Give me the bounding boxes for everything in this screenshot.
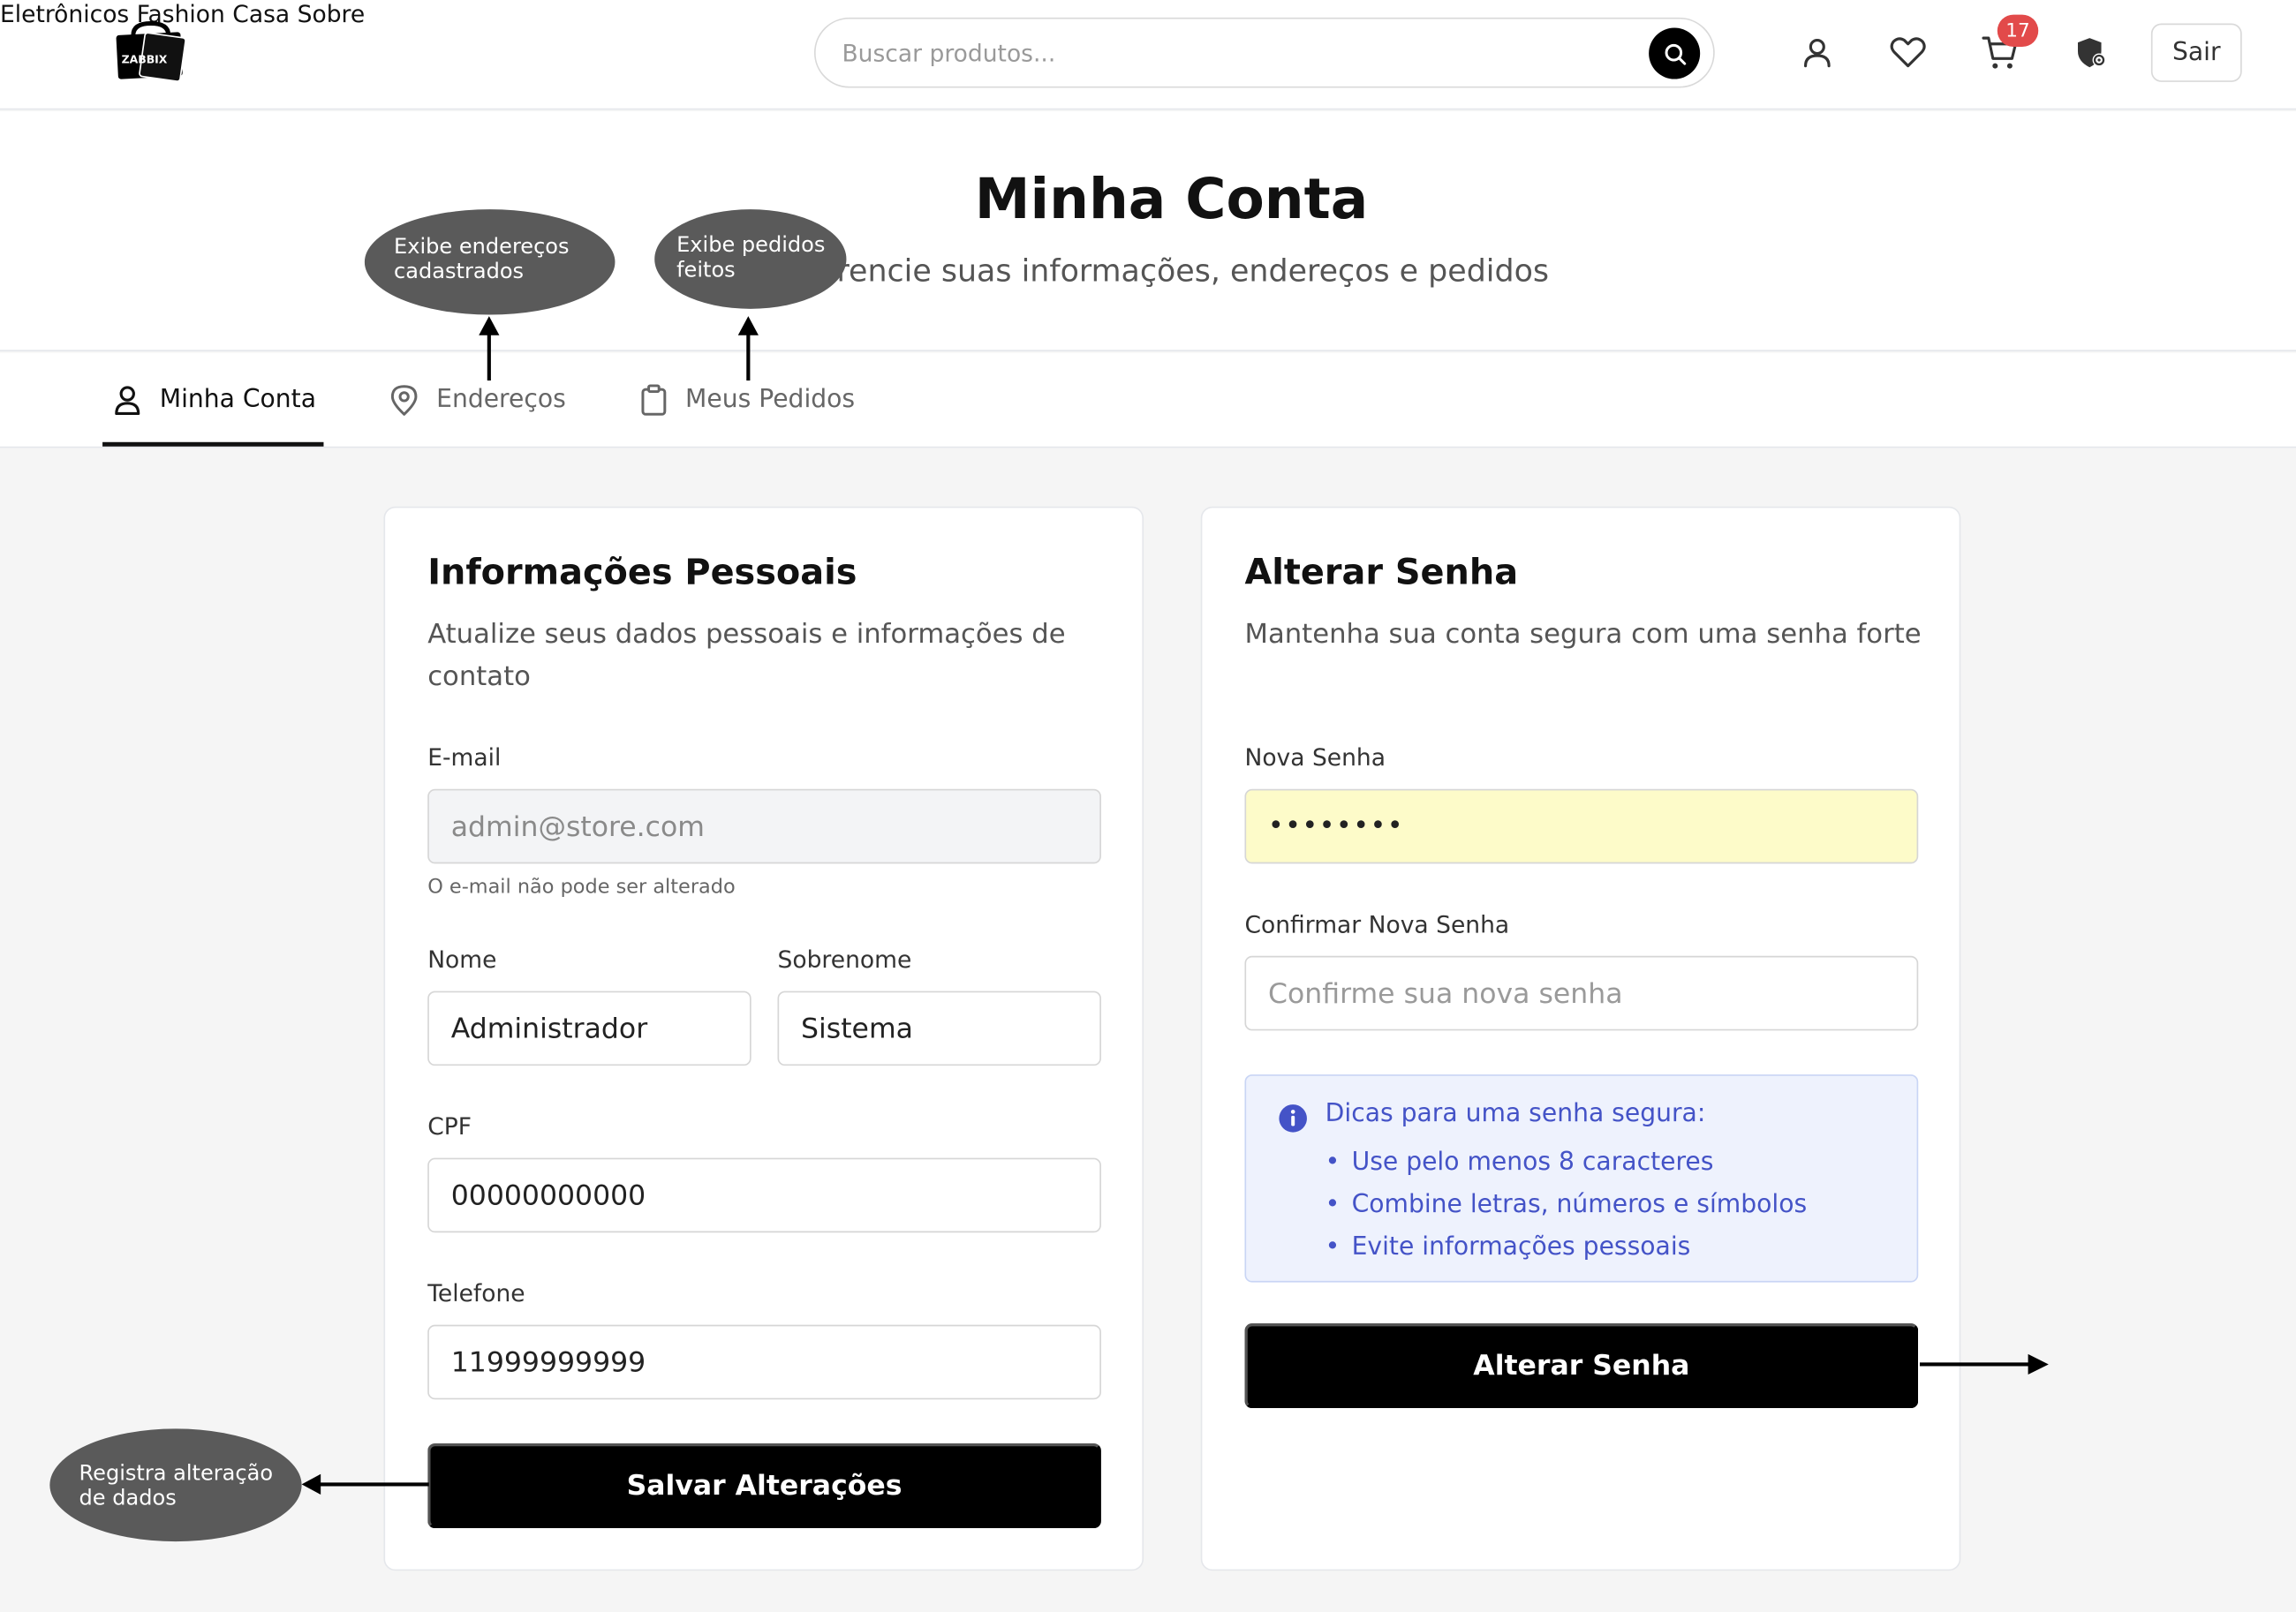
clipboard-icon (641, 384, 667, 416)
email-hint: O e-mail não pode ser alterado (427, 875, 736, 900)
heart-icon (1890, 37, 1926, 68)
nav-item-sobre[interactable]: Sobre (298, 0, 366, 28)
search-button[interactable] (1649, 27, 1701, 79)
tips-list: Use pelo menos 8 caracteres Combine letr… (1325, 1141, 1808, 1269)
tab-minha-conta[interactable]: Minha Conta (113, 353, 316, 447)
first-name-field[interactable]: Administrador (427, 991, 751, 1066)
top-navbar: ZABBIX Eletrônicos Fashion Casa Sobre Bu… (0, 0, 2296, 110)
nav-item-eletronicos[interactable]: Eletrônicos (0, 0, 129, 28)
annotation-text: Exibe endereços cadastrados (394, 235, 570, 284)
user-icon (115, 386, 140, 416)
personal-info-description: Atualize seus dados pessoais e informaçõ… (427, 619, 1066, 693)
list-item: Evite informações pessoais (1325, 1227, 1807, 1269)
list-item: Use pelo menos 8 caracteres (1325, 1141, 1807, 1184)
annotation-text: Registra alteração de dados (79, 1462, 274, 1511)
tab-label: Endereços (436, 385, 566, 415)
cpf-field[interactable]: 00000000000 (427, 1157, 1101, 1233)
active-tab-indicator (102, 441, 324, 447)
info-icon (1279, 1104, 1307, 1133)
annotation-save: Registra alteração de dados (49, 1428, 302, 1542)
tips-title: Dicas para uma senha segura: (1325, 1099, 1706, 1129)
arrow-right-icon (1919, 1353, 2049, 1375)
nav-item-casa[interactable]: Casa (232, 0, 290, 28)
personal-info-card: Informações Pessoais Atualize seus dados… (383, 506, 1144, 1571)
logo-text: ZABBIX (122, 52, 168, 65)
confirm-password-label: Confirmar Nova Senha (1244, 910, 1510, 938)
logout-button[interactable]: Sair (2150, 23, 2242, 82)
phone-field[interactable]: 11999999999 (427, 1324, 1101, 1400)
search-input[interactable] (842, 19, 1633, 87)
save-changes-button[interactable]: Salvar Alterações (427, 1443, 1101, 1529)
last-name-field[interactable]: Sistema (777, 991, 1101, 1066)
user-icon (1803, 39, 1831, 68)
personal-info-title: Informações Pessoais (427, 552, 857, 593)
page-header: Minha Conta Gerencie suas informações, e… (0, 111, 2296, 351)
wishlist-button[interactable] (1887, 32, 1928, 72)
password-tips-box: Dicas para uma senha segura: Use pelo me… (1244, 1074, 1919, 1283)
change-password-title: Alterar Senha (1244, 552, 1519, 593)
annotation-orders: Exibe pedidos feitos (654, 209, 847, 309)
change-password-card: Alterar Senha Mantenha sua conta segura … (1200, 506, 1961, 1571)
annotation-text: Exibe pedidos feitos (676, 234, 826, 283)
annotation-addresses: Exibe endereços cadastrados (364, 209, 616, 315)
tab-label: Meus Pedidos (685, 385, 856, 415)
arrow-up-icon (737, 316, 759, 381)
arrow-up-icon (479, 316, 500, 381)
page-subtitle: Gerencie suas informações, endereços e p… (794, 252, 1550, 289)
account-tabs: Minha Conta Endereços Meus Pedidos (0, 352, 2296, 448)
email-field: admin@store.com (427, 788, 1101, 864)
last-name-label: Sobrenome (777, 945, 912, 974)
tab-label: Minha Conta (159, 385, 316, 415)
map-pin-icon (390, 385, 418, 416)
phone-label: Telefone (427, 1279, 525, 1307)
new-password-field[interactable]: •••••••• (1244, 788, 1919, 864)
new-password-label: Nova Senha (1244, 743, 1386, 772)
email-label: E-mail (427, 743, 502, 772)
change-password-button[interactable]: Alterar Senha (1244, 1323, 1919, 1409)
shield-settings-icon (2077, 38, 2106, 68)
page-title: Minha Conta (974, 167, 1369, 231)
store-logo[interactable]: ZABBIX (113, 20, 189, 82)
cart-count-badge: 17 (1997, 14, 2039, 48)
first-name-label: Nome (427, 945, 497, 974)
list-item: Combine letras, números e símbolos (1325, 1184, 1808, 1226)
search-bar (813, 17, 1715, 88)
user-account-button[interactable] (1797, 32, 1838, 72)
admin-shield-button[interactable] (2071, 32, 2111, 72)
cpf-label: CPF (427, 1112, 472, 1141)
change-password-description: Mantenha sua conta segura com uma senha … (1244, 619, 1922, 651)
search-icon (1664, 43, 1686, 64)
arrow-left-icon (301, 1473, 429, 1495)
confirm-password-field[interactable]: Confirme sua nova senha (1244, 955, 1919, 1031)
